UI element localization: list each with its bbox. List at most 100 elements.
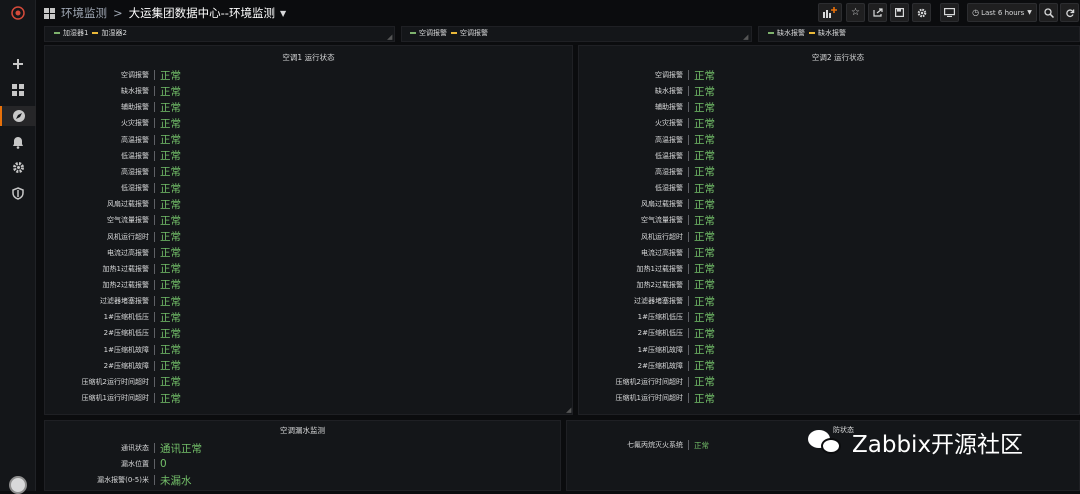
status-row: 2#压缩机低压 正常 bbox=[44, 325, 181, 341]
status-row: 加热1过载报警 正常 bbox=[44, 261, 181, 277]
plus-icon[interactable] bbox=[0, 54, 36, 74]
status-value: 正常 bbox=[694, 392, 715, 405]
resize-handle-icon[interactable]: ◢ bbox=[743, 33, 748, 41]
status-value: 正常 bbox=[694, 344, 715, 357]
status-row: 过滤器堵塞报警 正常 bbox=[44, 293, 181, 309]
dashboard-grid-icon bbox=[44, 7, 55, 19]
avatar[interactable] bbox=[9, 476, 27, 494]
status-row: 1#压缩机故障 正常 bbox=[578, 342, 715, 358]
status-label: 压缩机1运行时间超时 bbox=[615, 394, 683, 402]
time-range-picker[interactable]: ◷ Last 6 hours ▼ bbox=[967, 3, 1037, 22]
legend-item[interactable]: 缺水报警 bbox=[818, 28, 846, 38]
dashboard-title[interactable]: 大运集团数据中心--环境监测 bbox=[129, 5, 275, 21]
status-value: 正常 bbox=[160, 279, 181, 292]
alert-bell-icon[interactable] bbox=[0, 132, 36, 152]
status-value: 正常 bbox=[160, 311, 181, 324]
legend-item[interactable]: 空调报警 bbox=[460, 28, 488, 38]
status-value: 正常 bbox=[160, 376, 181, 389]
status-label: 空气流量报警 bbox=[641, 216, 683, 225]
status-label: 2#压缩机低压 bbox=[103, 329, 149, 338]
status-row: 辅助报警 正常 bbox=[578, 99, 715, 115]
panel-title[interactable]: 空调漏水监测 bbox=[44, 425, 561, 436]
explore-icon[interactable] bbox=[0, 106, 36, 126]
status-row: 高温报警 正常 bbox=[578, 132, 715, 148]
status-value: 正常 bbox=[160, 85, 181, 98]
status-label: 低温报警 bbox=[655, 151, 683, 160]
status-row: 2#压缩机低压 正常 bbox=[578, 325, 715, 341]
status-label: 1#压缩机故障 bbox=[103, 345, 149, 354]
water-alarm-legend: 缺水报警 缺水报警 bbox=[764, 27, 846, 39]
status-row: 加热2过载报警 正常 bbox=[44, 277, 181, 293]
status-row: 低温报警 正常 bbox=[578, 148, 715, 164]
status-value: 正常 bbox=[694, 198, 715, 211]
status-label: 1#压缩机故障 bbox=[637, 345, 683, 354]
status-row: 1#压缩机低压 正常 bbox=[578, 309, 715, 325]
status-row: 高温报警 正常 bbox=[44, 132, 181, 148]
status-label: 通讯状态 bbox=[121, 444, 149, 452]
status-value: 正常 bbox=[694, 231, 715, 243]
grafana-logo-icon[interactable] bbox=[9, 4, 27, 22]
wechat-icon bbox=[808, 428, 844, 456]
status-value: 正常 bbox=[160, 69, 181, 82]
legend-item[interactable]: 缺水报警 bbox=[777, 28, 805, 38]
status-label: 高温报警 bbox=[121, 135, 149, 144]
status-label: 风扇过载报警 bbox=[107, 200, 149, 209]
status-value: 0 bbox=[160, 458, 167, 471]
status-label: 缺水报警 bbox=[121, 87, 149, 96]
status-row: 火灾报警 正常 bbox=[578, 115, 715, 131]
legend-swatch bbox=[54, 32, 60, 34]
status-value: 正常 bbox=[160, 214, 181, 227]
status-label: 火灾报警 bbox=[121, 119, 149, 128]
legend-item[interactable]: 空调报警 bbox=[419, 28, 447, 38]
status-label: 低湿报警 bbox=[121, 184, 149, 193]
folder-link[interactable]: 环境监测 bbox=[61, 5, 107, 21]
status-row: 漏水报警(0-5)米 未漏水 bbox=[44, 472, 191, 488]
status-label: 加热2过载报警 bbox=[102, 280, 149, 289]
status-value: 正常 bbox=[694, 85, 715, 98]
status-label: 电流过高报警 bbox=[641, 248, 683, 257]
zoom-out-icon[interactable] bbox=[1039, 3, 1058, 22]
resize-handle-icon[interactable]: ◢ bbox=[566, 406, 571, 414]
legend-item[interactable]: 加湿器1 bbox=[63, 28, 88, 38]
add-panel-button[interactable] bbox=[818, 3, 842, 22]
ac-alarm-legend: 空调报警 空调报警 bbox=[406, 27, 488, 39]
status-value: 正常 bbox=[694, 69, 715, 82]
status-row: 风机运行超时 正常 bbox=[578, 229, 715, 245]
caret-down-icon[interactable]: ▼ bbox=[280, 9, 286, 18]
panel-title[interactable]: 空调2 运行状态 bbox=[578, 52, 1080, 63]
shield-icon[interactable] bbox=[0, 183, 36, 203]
star-icon[interactable]: ☆ bbox=[846, 3, 865, 22]
status-row: 七氟丙烷灭火系统 正常 bbox=[578, 437, 709, 453]
dashboards-icon[interactable] bbox=[0, 80, 36, 100]
status-label: 风机运行超时 bbox=[107, 232, 149, 241]
status-row: 过滤器堵塞报警 正常 bbox=[578, 293, 715, 309]
resize-handle-icon[interactable]: ◢ bbox=[387, 33, 392, 41]
status-value: 正常 bbox=[160, 117, 181, 130]
gear-icon[interactable] bbox=[0, 157, 36, 177]
breadcrumb-separator: > bbox=[113, 6, 123, 20]
status-row: 电流过高报警 正常 bbox=[578, 245, 715, 261]
settings-cog-icon[interactable] bbox=[912, 3, 931, 22]
clock-icon: ◷ bbox=[972, 8, 980, 17]
status-label: 加热1过载报警 bbox=[636, 264, 683, 273]
legend-item[interactable]: 加湿器2 bbox=[101, 28, 126, 38]
status-row: 加热1过载报警 正常 bbox=[578, 261, 715, 277]
status-row: 风扇过载报警 正常 bbox=[44, 196, 181, 212]
tv-mode-icon[interactable] bbox=[940, 3, 959, 22]
share-icon[interactable] bbox=[868, 3, 887, 22]
status-value: 正常 bbox=[694, 101, 715, 114]
status-value: 正常 bbox=[694, 376, 715, 389]
status-row: 加热2过载报警 正常 bbox=[578, 277, 715, 293]
status-label: 空气流量报警 bbox=[107, 216, 149, 225]
status-value: 正常 bbox=[160, 392, 181, 405]
status-value: 正常 bbox=[694, 247, 715, 260]
status-label: 加热1过载报警 bbox=[102, 264, 149, 273]
status-value: 正常 bbox=[694, 279, 715, 292]
status-label: 辅助报警 bbox=[121, 103, 149, 112]
status-label: 缺水报警 bbox=[655, 87, 683, 96]
save-icon[interactable] bbox=[890, 3, 909, 22]
status-label: 2#压缩机故障 bbox=[637, 361, 683, 370]
status-label: 加热2过载报警 bbox=[636, 280, 683, 289]
panel-title[interactable]: 空调1 运行状态 bbox=[44, 52, 573, 63]
refresh-icon[interactable] bbox=[1060, 3, 1079, 22]
